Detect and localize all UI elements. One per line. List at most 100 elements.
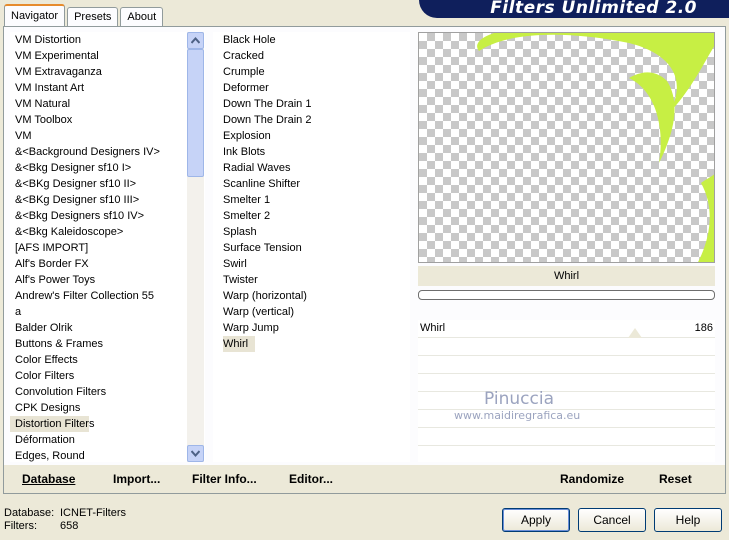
watermark-url: www.maidiregrafica.eu — [454, 409, 581, 422]
filter-item-label: Swirl — [223, 258, 247, 270]
watermark-name: Pinuccia — [484, 389, 554, 409]
category-item[interactable]: CPK Designs — [10, 400, 205, 416]
category-item[interactable]: Color Effects — [10, 352, 205, 368]
editor-link[interactable]: Editor... — [289, 472, 333, 486]
category-item[interactable]: Buttons & Frames — [10, 336, 205, 352]
scroll-up-button[interactable] — [187, 32, 204, 49]
category-item[interactable]: &<Bkg Designers sf10 IV> — [10, 208, 205, 224]
import-link[interactable]: Import... — [113, 472, 160, 486]
filter-item[interactable]: Twister — [213, 272, 410, 288]
filter-item[interactable]: Down The Drain 1 — [213, 96, 410, 112]
progress-bar — [418, 290, 715, 300]
filter-item[interactable]: Splash — [213, 224, 410, 240]
preview-image — [477, 33, 714, 262]
category-item[interactable]: VM Natural — [10, 96, 205, 112]
filter-item-label: Black Hole — [223, 34, 276, 46]
tab-navigator[interactable]: Navigator — [4, 4, 66, 26]
category-item[interactable]: Andrew's Filter Collection 55 — [10, 288, 205, 304]
filter-list[interactable]: Black Hole Cracked Crumple Deformer Down The… — [213, 32, 410, 462]
category-item[interactable]: &<BKg Designer sf10 III> — [10, 192, 205, 208]
param-row-empty — [418, 392, 715, 410]
filter-item-label: Warp Jump — [223, 322, 279, 334]
category-item[interactable]: VM Extravaganza — [10, 64, 205, 80]
filter-item-label: Twister — [223, 274, 258, 286]
category-item[interactable]: VM Distortion — [10, 32, 205, 48]
tab-about[interactable]: About — [120, 7, 164, 26]
filter-item[interactable]: Whirl — [213, 336, 410, 352]
category-item[interactable]: VM — [10, 128, 205, 144]
filter-item[interactable]: Surface Tension — [213, 240, 410, 256]
filter-item[interactable]: Black Hole — [213, 32, 410, 48]
parameter-panel: Whirl 186 — [418, 320, 715, 462]
filter-item-label: Cracked — [223, 50, 264, 62]
param-row-whirl[interactable]: Whirl 186 — [418, 320, 715, 338]
title-banner: Filters Unlimited 2.0 — [419, 0, 729, 18]
database-label: Database: — [4, 507, 55, 519]
category-item[interactable]: VM Instant Art — [10, 80, 205, 96]
tab-presets[interactable]: Presets — [67, 7, 119, 26]
database-link[interactable]: Database — [22, 472, 75, 486]
filter-item-label: Surface Tension — [223, 242, 302, 254]
filter-item[interactable]: Radial Waves — [213, 160, 410, 176]
category-item[interactable]: &<Bkg Kaleidoscope> — [10, 224, 205, 240]
filter-item-label: Smelter 2 — [223, 210, 271, 222]
param-row-empty — [418, 374, 715, 392]
category-item[interactable]: Alf's Border FX — [10, 256, 205, 272]
apply-button[interactable]: Apply — [502, 508, 570, 532]
filter-info-link[interactable]: Filter Info... — [192, 472, 257, 486]
filter-item[interactable]: Scanline Shifter — [213, 176, 410, 192]
param-row-empty — [418, 356, 715, 374]
filter-item[interactable]: Deformer — [213, 80, 410, 96]
category-scrollbar[interactable] — [187, 32, 204, 462]
category-item[interactable]: VM Experimental — [10, 48, 205, 64]
slider-marker[interactable] — [628, 328, 642, 338]
filter-item[interactable]: Smelter 1 — [213, 192, 410, 208]
filter-item-label: Whirl — [223, 336, 255, 352]
category-item[interactable]: Distortion Filters — [10, 416, 94, 432]
category-item[interactable]: a — [10, 304, 205, 320]
filter-item[interactable]: Explosion — [213, 128, 410, 144]
param-row-empty — [418, 428, 715, 446]
filter-item[interactable]: Smelter 2 — [213, 208, 410, 224]
filter-item[interactable]: Swirl — [213, 256, 410, 272]
category-item[interactable]: &<Background Designers IV> — [10, 144, 205, 160]
category-item[interactable]: &<BKg Designer sf10 II> — [10, 176, 205, 192]
category-item[interactable]: Balder Olrik — [10, 320, 205, 336]
filter-item[interactable]: Cracked — [213, 48, 410, 64]
current-filter-name: Whirl — [418, 266, 715, 286]
filter-item-label: Scanline Shifter — [223, 178, 301, 190]
filter-item-label: Crumple — [223, 66, 265, 78]
filter-item[interactable]: Crumple — [213, 64, 410, 80]
filter-item-label: Down The Drain 1 — [223, 98, 312, 110]
param-label: Whirl — [420, 322, 446, 334]
param-row-empty — [418, 338, 715, 356]
filter-item[interactable]: Warp Jump — [213, 320, 410, 336]
action-link-bar: Database Import... Filter Info... Editor… — [4, 465, 725, 493]
category-item[interactable]: Alf's Power Toys — [10, 272, 205, 288]
category-item[interactable]: &<Bkg Designer sf10 I> — [10, 160, 205, 176]
category-item[interactable]: VM Toolbox — [10, 112, 205, 128]
filter-item-label: Warp (horizontal) — [223, 290, 307, 302]
filter-item[interactable]: Warp (vertical) — [213, 304, 410, 320]
help-button[interactable]: Help — [654, 508, 722, 532]
reset-link[interactable]: Reset — [659, 472, 692, 486]
category-item[interactable]: Déformation — [10, 432, 205, 448]
category-item[interactable]: Convolution Filters — [10, 384, 205, 400]
chevron-down-icon — [191, 450, 200, 457]
filter-item-label: Deformer — [223, 82, 269, 94]
category-item[interactable]: Edges, Round — [10, 448, 205, 462]
filter-item[interactable]: Warp (horizontal) — [213, 288, 410, 304]
randomize-link[interactable]: Randomize — [560, 472, 624, 486]
category-item[interactable]: [AFS IMPORT] — [10, 240, 205, 256]
filter-item[interactable]: Ink Blots — [213, 144, 410, 160]
scroll-thumb[interactable] — [187, 49, 204, 177]
filter-item-label: Smelter 1 — [223, 194, 271, 206]
category-list[interactable]: VM Distortion VM Experimental VM Extravaga… — [10, 32, 205, 462]
database-value: ICNET-Filters — [60, 507, 126, 519]
cancel-button[interactable]: Cancel — [578, 508, 646, 532]
filters-count-value: 658 — [60, 520, 79, 532]
category-item[interactable]: Color Filters — [10, 368, 205, 384]
database-info: Database: ICNET-Filters Filters: 658 — [4, 507, 126, 533]
filter-item[interactable]: Down The Drain 2 — [213, 112, 410, 128]
scroll-down-button[interactable] — [187, 445, 204, 462]
